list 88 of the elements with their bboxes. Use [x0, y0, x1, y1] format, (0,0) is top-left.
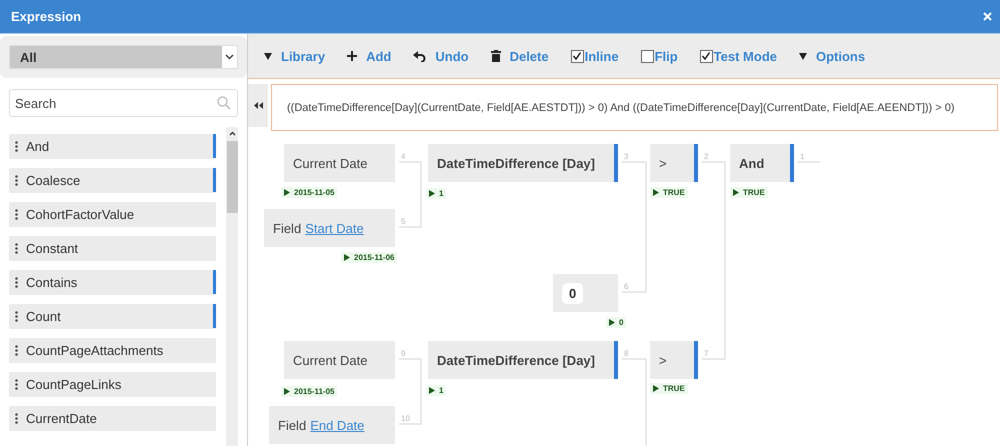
result-value: 0: [619, 318, 624, 327]
scrollbar-thumb[interactable]: [226, 141, 238, 213]
drag-handle-icon: [15, 209, 18, 220]
library-item[interactable]: Contains: [9, 270, 216, 295]
checkbox[interactable]: [700, 50, 713, 62]
port-number: 4: [401, 152, 406, 161]
expression-node[interactable]: 0: [553, 274, 618, 312]
result-value: 1: [439, 386, 444, 395]
play-triangle-icon: [609, 319, 615, 326]
library-item[interactable]: CohortFactorValue: [9, 202, 216, 227]
node-label: >: [659, 156, 667, 170]
play-triangle-icon: [429, 387, 435, 394]
play-triangle-icon: [733, 189, 739, 196]
port-number: 8: [624, 349, 628, 358]
port-number: 3: [624, 152, 628, 161]
constant-value[interactable]: 0: [562, 282, 584, 304]
chevron-up-icon: [228, 131, 236, 136]
expression-node[interactable]: And: [730, 144, 794, 182]
library-item[interactable]: And: [9, 134, 216, 159]
node-label: Current Date: [293, 352, 368, 368]
checkbox[interactable]: [640, 50, 654, 62]
drag-handle-icon: [15, 345, 18, 356]
collapse-button[interactable]: [248, 84, 268, 127]
node-label: DateTimeDifference [Day]: [437, 156, 595, 170]
dropdown-triangle-icon: [264, 52, 272, 60]
drag-handle-icon: [15, 379, 18, 390]
close-icon[interactable]: [983, 12, 992, 21]
play-triangle-icon: [284, 388, 290, 395]
connector-line: [399, 358, 422, 425]
library-item[interactable]: Count: [9, 304, 216, 329]
expression-node[interactable]: DateTimeDifference [Day]: [428, 144, 618, 182]
undo-icon: [413, 50, 426, 62]
search-field[interactable]: Search: [9, 89, 238, 117]
port-number: 10: [401, 414, 410, 423]
play-triangle-icon: [284, 189, 290, 196]
result-value: 2015-11-05: [294, 188, 334, 197]
port-number: 6: [624, 282, 628, 291]
result-value: 2015-11-05: [294, 387, 334, 396]
drag-handle-icon: [15, 413, 18, 424]
double-arrow-left-icon: [254, 102, 262, 109]
connector-line: [798, 161, 820, 163]
library-item[interactable]: CurrentDate: [9, 406, 216, 431]
result-value: TRUE: [743, 188, 765, 197]
plus-icon: [347, 51, 358, 61]
node-label: Current Date: [293, 156, 368, 170]
expression-node[interactable]: Current Date: [284, 144, 395, 182]
checkbox[interactable]: [570, 50, 584, 62]
port-number: 9: [401, 349, 406, 358]
expression-node[interactable]: >: [650, 144, 698, 182]
drag-handle-icon: [15, 277, 18, 288]
play-triangle-icon: [653, 189, 659, 196]
scrollbar[interactable]: [226, 127, 238, 446]
expression-node[interactable]: Field Start Date: [264, 209, 395, 247]
drag-handle-icon: [15, 175, 18, 186]
drag-handle-icon: [15, 243, 18, 254]
port-number: 7: [704, 349, 708, 358]
drag-handle-icon: [15, 311, 18, 322]
node-label: DateTimeDifference [Day]: [437, 352, 595, 368]
result-value: TRUE: [663, 384, 685, 393]
drag-handle-icon: [15, 141, 18, 152]
search-icon: [217, 96, 231, 110]
node-label: And: [739, 156, 764, 170]
play-triangle-icon: [429, 190, 435, 197]
port-number: 1: [800, 152, 804, 161]
expression-text: ((DateTimeDifference[Day](CurrentDate, Field[AE.AESTDT])) > 0) And ((DateTimeDifference[Day](CurrentDate, Field[AE.AEENDT])) > 0): [271, 84, 998, 131]
node-label: Field: [273, 220, 302, 236]
library-item[interactable]: Coalesce: [9, 168, 216, 193]
library-item[interactable]: Constant: [9, 236, 216, 261]
chevron-down-icon: [225, 54, 234, 60]
port-number: 2: [704, 152, 708, 161]
dropdown-triangle-icon: [799, 52, 807, 60]
expression-node[interactable]: Current Date: [284, 341, 395, 379]
result-value: 2015-11-06: [354, 253, 394, 262]
expression-node[interactable]: DateTimeDifference [Day]: [428, 341, 618, 379]
port-number: 5: [401, 217, 406, 226]
expression-node[interactable]: Field End Date: [269, 406, 395, 444]
result-value: 1: [439, 189, 444, 198]
connector-line: [399, 161, 422, 228]
library-item[interactable]: CountPageAttachments: [9, 338, 216, 363]
trash-icon: [490, 50, 501, 62]
expression-node[interactable]: >: [650, 341, 698, 379]
window-title: Expression: [11, 9, 82, 24]
play-triangle-icon: [344, 254, 350, 261]
node-label: Field: [278, 418, 306, 432]
play-triangle-icon: [653, 385, 659, 392]
node-label: >: [659, 352, 667, 368]
library-item[interactable]: CountPageLinks: [9, 372, 216, 397]
result-value: TRUE: [663, 188, 685, 197]
